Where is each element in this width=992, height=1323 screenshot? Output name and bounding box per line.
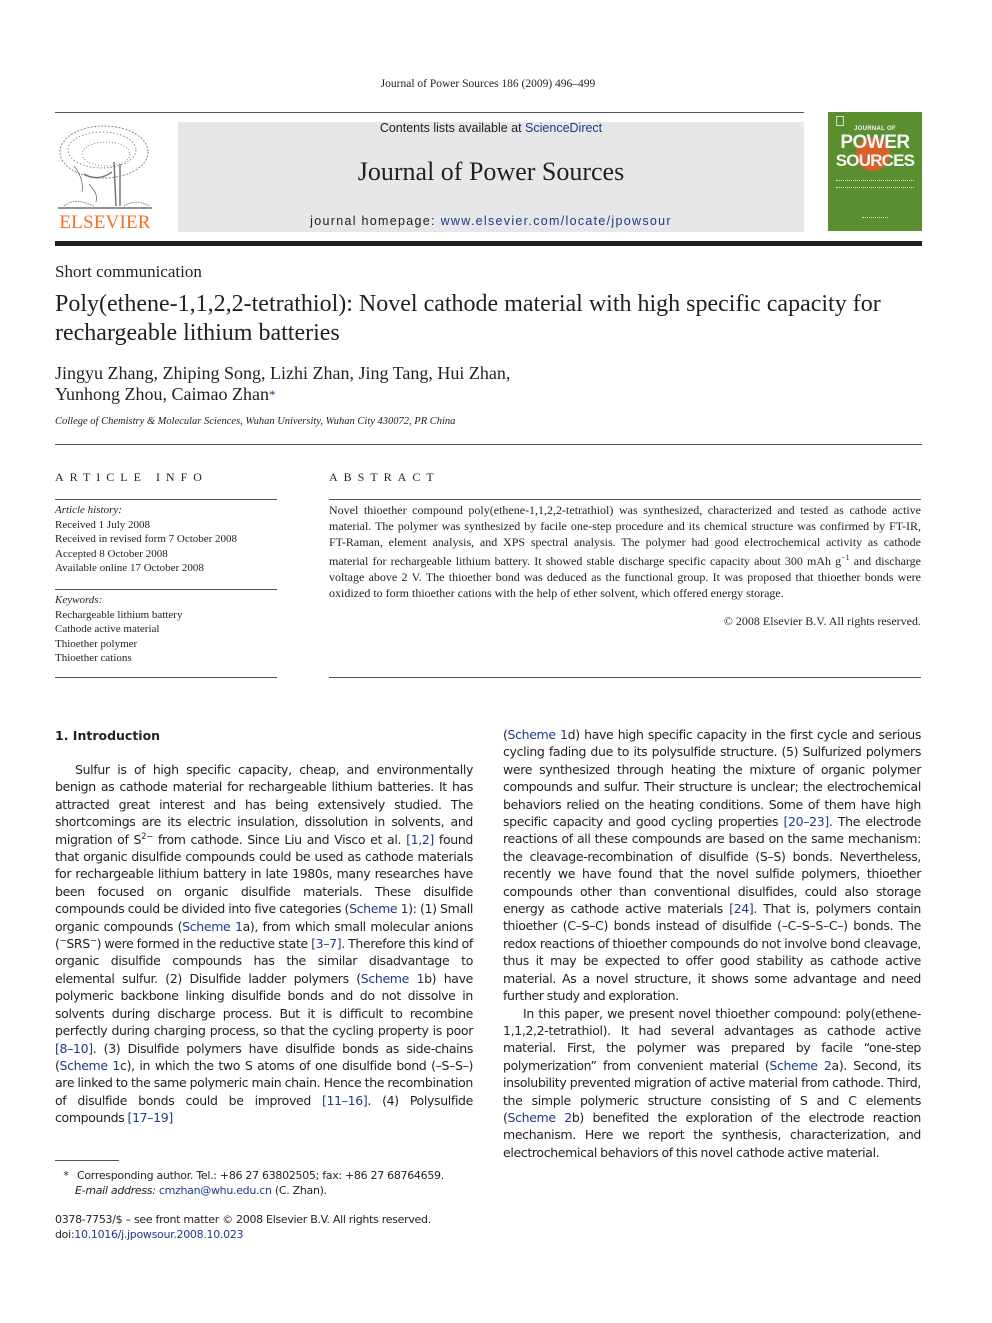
cover-title-line3: SOURCES	[835, 151, 915, 170]
history-label: Article history:	[55, 504, 122, 516]
tree-icon	[58, 125, 152, 209]
citation-link[interactable]: [11–16]	[322, 1093, 368, 1108]
elsevier-wordmark: ELSEVIER	[59, 212, 151, 233]
history-received: Received 1 July 2008	[55, 518, 151, 531]
homepage-prefix: journal homepage:	[310, 214, 441, 228]
cover-tagline	[836, 180, 914, 188]
keywords: Keywords: Rechargeable lithium battery C…	[55, 593, 277, 666]
keywords-label: Keywords:	[55, 594, 103, 606]
abstract-rule	[329, 499, 921, 500]
scheme-link[interactable]: Scheme 1	[182, 919, 243, 934]
intro-paragraph-1-continued: (Scheme 1d) have high specific capacity …	[503, 727, 922, 1004]
keyword: Thioether polymer	[55, 637, 138, 650]
authors-line-2: Yunhong Zhou, Caimao Zhan	[55, 384, 269, 404]
scheme-link[interactable]: Scheme 1	[60, 1058, 121, 1073]
doi-link[interactable]: 10.1016/j.jpowsour.2008.10.023	[74, 1228, 243, 1241]
citation-link[interactable]: [8–10]	[55, 1041, 93, 1056]
abstract-text: Novel thioether compound poly(ethene-1,1…	[329, 503, 921, 602]
front-matter: 0378-7753/$ – see front matter © 2008 El…	[55, 1213, 431, 1242]
scheme-link[interactable]: Scheme 1	[508, 727, 568, 742]
footnote: * Corresponding author. Tel.: +86 27 6380…	[55, 1169, 444, 1198]
affiliation-rule	[55, 444, 922, 445]
abstract-part-1: Novel thioether compound poly(ethene-1,1…	[329, 503, 921, 569]
citation-link[interactable]: [1,2]	[406, 832, 434, 847]
body-column-right: (Scheme 1d) have high specific capacity …	[503, 726, 921, 1161]
history-rule	[55, 589, 277, 590]
citation-link[interactable]: [24]	[729, 901, 754, 916]
footnote-star: *	[63, 1169, 69, 1182]
scheme-link[interactable]: Scheme 1	[349, 901, 409, 916]
section-heading-introduction: 1. Introduction	[55, 728, 161, 743]
sciencedirect-link[interactable]: ScienceDirect	[525, 121, 602, 135]
history-revised: Received in revised form 7 October 2008	[55, 533, 238, 545]
scheme-link[interactable]: Scheme 1	[361, 971, 425, 986]
keyword: Cathode active material	[55, 623, 160, 635]
footnote-text: Corresponding author. Tel.: +86 27 63802…	[77, 1169, 444, 1182]
contents-prefix: Contents lists available at	[379, 121, 526, 135]
affiliation: College of Chemistry & Molecular Science…	[55, 416, 456, 427]
contents-line: Contents lists available at ScienceDirec…	[178, 121, 804, 135]
scheme-link[interactable]: Scheme 2	[769, 1058, 831, 1073]
email-label: E-mail address:	[75, 1183, 156, 1197]
authors-line-1: Jingyu Zhang, Zhiping Song, Lizhi Zhan, …	[55, 363, 511, 383]
article-history: Article history: Received 1 July 2008 Re…	[55, 503, 277, 576]
citation-link[interactable]: [17–19]	[128, 1110, 174, 1125]
keywords-rule	[55, 677, 277, 678]
citation-link[interactable]: [3–7]	[311, 936, 342, 951]
article-type: Short communication	[55, 262, 202, 281]
article-info-rule	[55, 499, 277, 500]
intro-paragraph-1: Sulfur is of high specific capacity, che…	[55, 762, 474, 1126]
email-suffix: (C. Zhan).	[271, 1183, 327, 1197]
history-online: Available online 17 October 2008	[55, 562, 204, 574]
issn-line: 0378-7753/$ – see front matter © 2008 El…	[55, 1213, 431, 1226]
header-thick-rule	[55, 241, 922, 246]
citation-link[interactable]: [20–23]	[784, 814, 830, 829]
cover-title-line2: POWER	[840, 132, 910, 153]
keyword: Thioether cations	[55, 652, 132, 664]
footnote-rule	[55, 1160, 119, 1161]
homepage-link[interactable]: www.elsevier.com/locate/jpowsour	[441, 214, 672, 228]
keyword: Rechargeable lithium battery	[55, 608, 183, 621]
journal-homepage: journal homepage: www.elsevier.com/locat…	[178, 214, 804, 228]
doi-prefix: doi:	[55, 1227, 75, 1241]
body-column-left: Sulfur is of high specific capacity, che…	[55, 761, 473, 1127]
intro-paragraph-2: In this paper, we present novel thioethe…	[503, 1005, 921, 1160]
abstract-copyright: © 2008 Elsevier B.V. All rights reserved…	[723, 614, 921, 628]
abstract-superscript: −1	[841, 553, 850, 563]
history-accepted: Accepted 8 October 2008	[55, 547, 168, 560]
email-link[interactable]: cmzhan@whu.edu.cn	[159, 1184, 272, 1197]
cover-publisher-mark	[862, 210, 888, 218]
corresponding-author-link[interactable]: *	[269, 387, 276, 402]
abstract-heading: ABSTRACT	[329, 470, 440, 484]
article-info-heading: ARTICLE INFO	[55, 470, 208, 484]
cover-logo-icon	[836, 116, 844, 126]
abstract-bottom-rule	[329, 677, 921, 678]
article-title: Poly(ethene-1,1,2,2-tetrathiol): Novel c…	[55, 291, 881, 346]
header-rule	[55, 112, 804, 113]
running-head: Journal of Power Sources 186 (2009) 496–…	[380, 78, 596, 90]
scheme-link[interactable]: Scheme 2	[508, 1110, 573, 1125]
author-list: Jingyu Zhang, Zhiping Song, Lizhi Zhan, …	[55, 363, 655, 405]
journal-cover[interactable]: JOURNAL OF POWER SOURCES	[828, 112, 922, 231]
journal-title: Journal of Power Sources	[357, 157, 625, 186]
